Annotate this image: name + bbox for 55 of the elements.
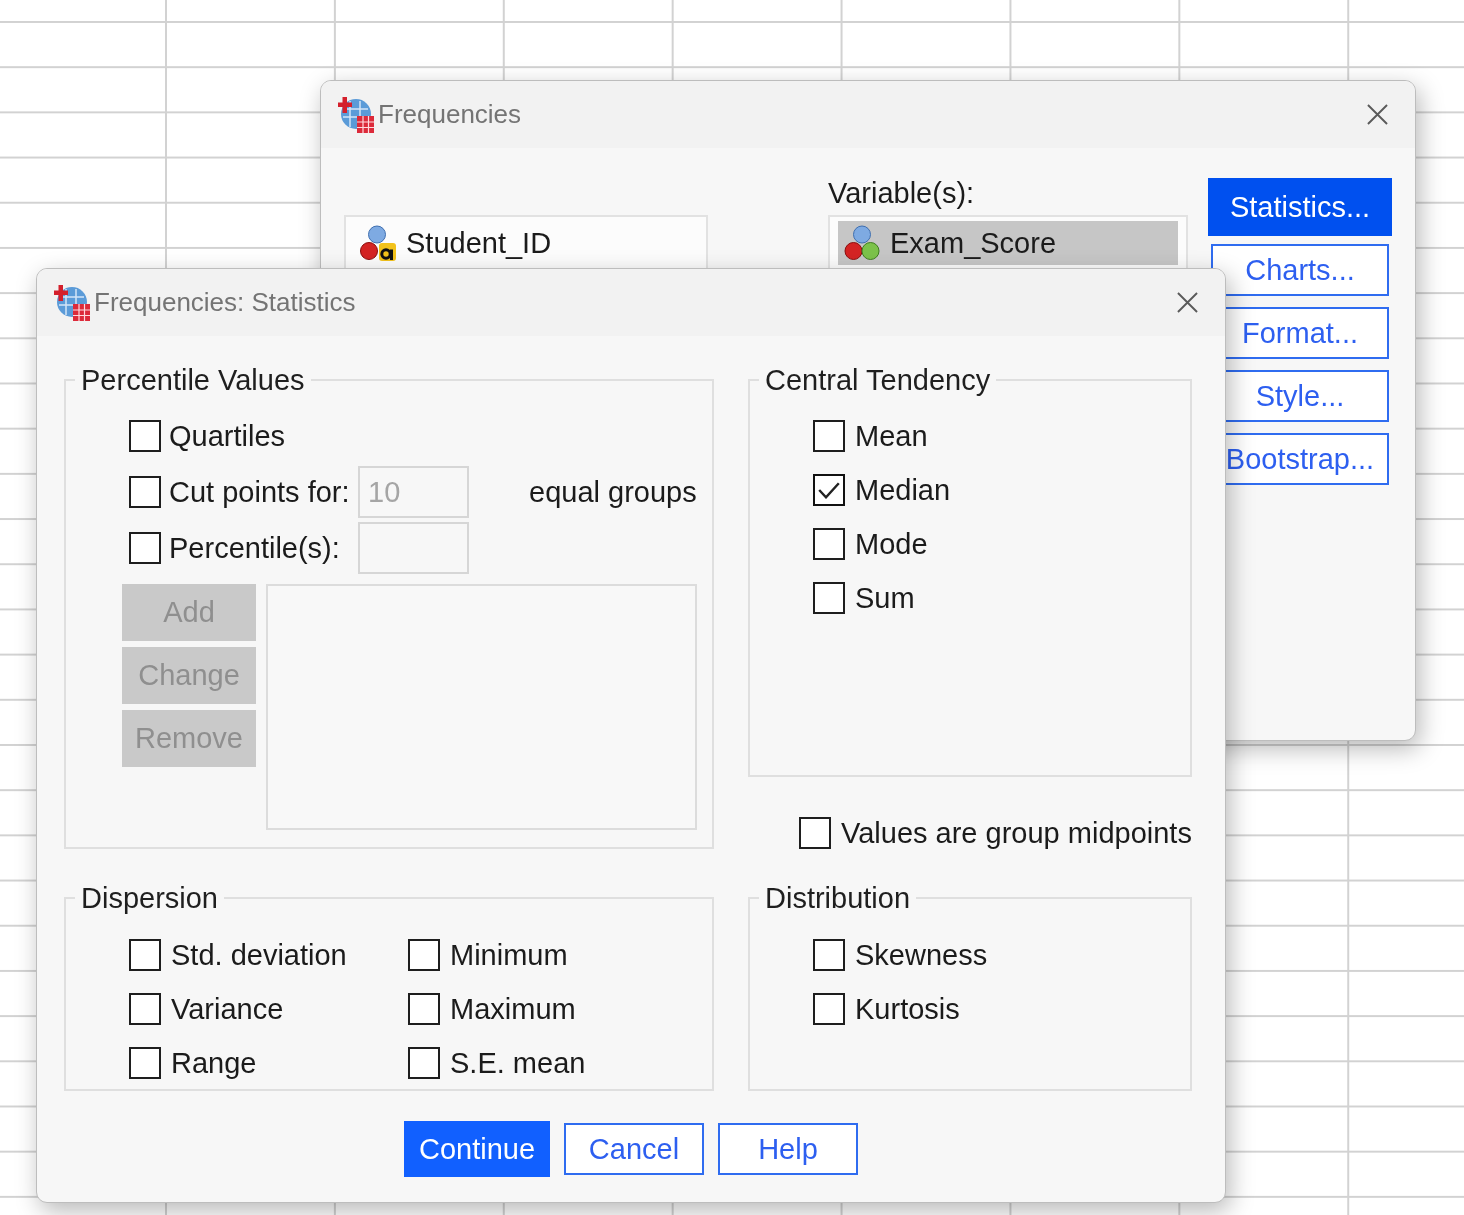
dialog-button[interactable]: Statistics... [1208,178,1392,236]
group-title: Percentile Values [80,364,306,396]
checkbox-label[interactable]: Median [855,474,951,506]
dialog-button[interactable]: Continue [404,1121,550,1177]
dialog-button[interactable]: Charts... [1211,244,1389,296]
checkbox[interactable] [813,582,845,614]
checkbox-label[interactable]: Percentile(s): [169,532,340,564]
checkbox[interactable] [408,1047,440,1079]
balls-tile-icon [360,225,396,261]
checkbox[interactable] [813,474,845,506]
checkbox-label[interactable]: Minimum [450,939,568,971]
checkbox-label[interactable]: S.E. mean [450,1047,586,1079]
group-title: Distribution [764,882,912,914]
checkmark-icon [818,481,840,499]
variable-item[interactable]: Exam_Score [838,221,1178,265]
variable-item[interactable]: Student_ID [354,221,698,265]
percentile-list[interactable] [266,584,697,830]
checkbox[interactable] [799,817,831,849]
checkbox[interactable] [129,476,161,508]
checkbox[interactable] [129,1047,161,1079]
checkbox[interactable] [408,939,440,971]
close-icon[interactable] [1177,292,1198,313]
checkbox[interactable] [129,993,161,1025]
checkbox-label[interactable]: Maximum [450,993,576,1025]
checkbox[interactable] [129,939,161,971]
window-title: Frequencies: Statistics [94,287,357,318]
checkbox-label[interactable]: Mode [855,528,928,560]
group-title: Central Tendency [764,364,992,396]
dialog-button[interactable]: Cancel [564,1123,704,1175]
globe-table-icon [338,96,374,133]
close-icon[interactable] [1367,104,1388,125]
checkbox[interactable] [129,532,161,564]
group-title: Dispersion [80,882,219,914]
checkbox[interactable] [408,993,440,1025]
balls-icon [844,225,880,261]
checkbox-label[interactable]: Variance [171,993,284,1025]
checkbox-label[interactable]: Std. deviation [171,939,347,971]
globe-table-icon [54,284,90,321]
checkbox[interactable] [813,528,845,560]
checkbox-label[interactable]: Values are group midpoints [841,817,1192,849]
checkbox-label[interactable]: Sum [855,582,915,614]
checkbox-label[interactable]: Skewness [855,939,988,971]
checkbox[interactable] [813,993,845,1025]
checkbox[interactable] [813,420,845,452]
checkbox-label[interactable]: Mean [855,420,928,452]
checkbox-label[interactable]: Quartiles [169,420,286,452]
checkbox[interactable] [129,420,161,452]
dialog-button[interactable]: Help [718,1123,858,1175]
checkbox-label[interactable]: Kurtosis [855,993,960,1025]
checkbox-label[interactable]: Cut points for: [169,476,350,508]
field-suffix-label: equal groups [529,475,697,509]
checkbox-label[interactable]: Range [171,1047,257,1079]
list-label: Variable(s): [828,178,975,208]
checkbox[interactable] [813,939,845,971]
window-title: Frequencies [378,99,523,130]
